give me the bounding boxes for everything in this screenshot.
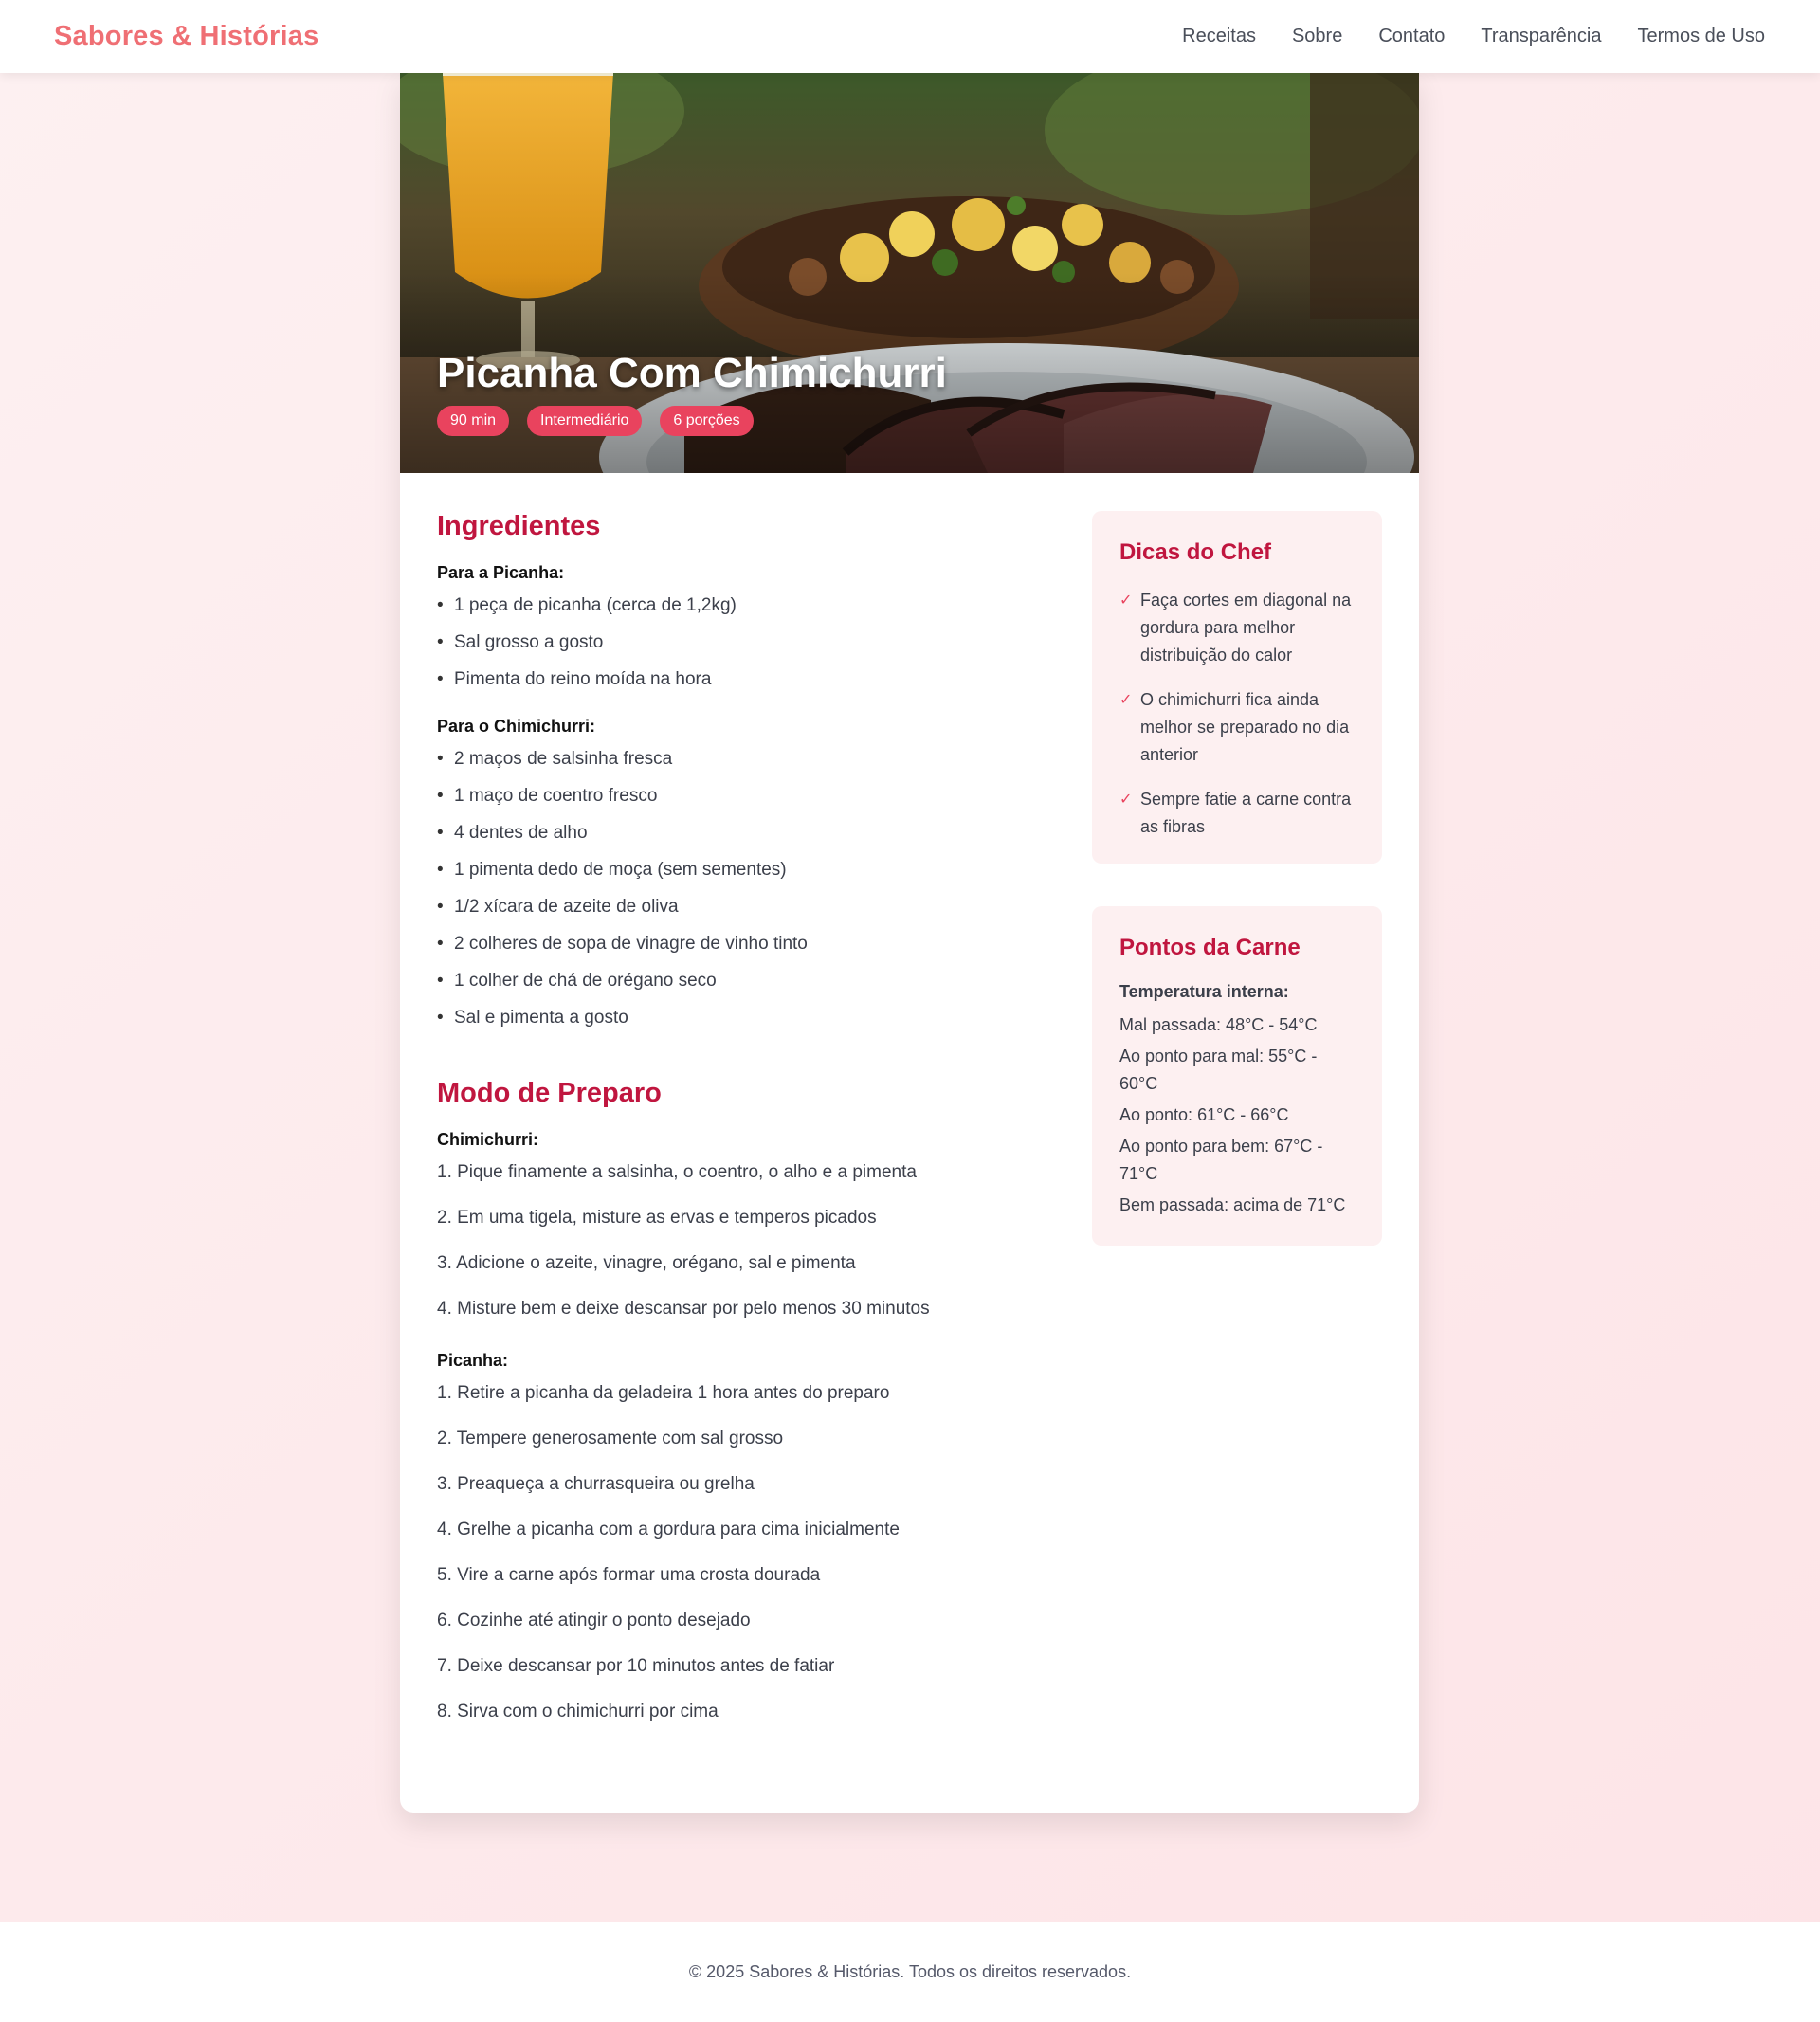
chef-tip: ✓ O chimichurri fica ainda melhor se pre… <box>1119 686 1356 769</box>
doneness-item: Bem passada: acima de 71°C <box>1119 1195 1346 1214</box>
ingredient-item: 1/2 xícara de azeite de oliva <box>437 898 1044 918</box>
doneness-item: Ao ponto: 61°C - 66°C <box>1119 1105 1289 1124</box>
ingredient-list: 2 maços de salsinha fresca 1 maço de coe… <box>437 750 1044 1029</box>
site-header: Sabores & Histórias Receitas Sobre Conta… <box>0 0 1820 73</box>
ingredient-item: Pimenta do reino moída na hora <box>437 670 1044 690</box>
preparation-step: 6. Cozinhe até atingir o ponto desejado <box>437 1611 751 1630</box>
preparation-step: 3. Preaqueça a churrasqueira ou grelha <box>437 1474 755 1494</box>
chef-tips-title: Dicas do Chef <box>1119 539 1272 565</box>
ingredient-group-title: Para o Chimichurri: <box>437 717 596 736</box>
ingredient-item: 4 dentes de alho <box>437 824 1044 844</box>
doneness-item: Ao ponto para bem: 67°C - 71°C <box>1119 1137 1323 1183</box>
difficulty-badge: Intermediário <box>527 406 643 436</box>
time-badge: 90 min <box>437 406 510 436</box>
preparation-steps: 1. Pique finamente a salsinha, o coentro… <box>437 1163 1044 1319</box>
ingredient-item: Sal grosso a gosto <box>437 633 1044 653</box>
preparation-step: 2. Tempere generosamente com sal grosso <box>437 1429 784 1448</box>
doneness-item: Mal passada: 48°C - 54°C <box>1119 1015 1318 1034</box>
ingredient-list: 1 peça de picanha (cerca de 1,2kg) Sal g… <box>437 596 1044 690</box>
checkmark-icon: ✓ <box>1119 692 1133 708</box>
ingredient-item: 2 maços de salsinha fresca <box>437 750 1044 770</box>
site-footer: © 2025 Sabores & Histórias. Todos os dir… <box>0 1922 1820 2022</box>
recipe-main-column: Ingredientes Para a Picanha: 1 peça de p… <box>437 511 1044 1748</box>
preparation-step: 4. Grelhe a picanha com a gordura para c… <box>437 1520 900 1539</box>
brand-logo[interactable]: Sabores & Histórias <box>54 21 318 52</box>
doneness-heading: Temperatura interna: <box>1119 982 1289 1001</box>
nav-link-sobre[interactable]: Sobre <box>1292 26 1342 47</box>
nav-link-termos[interactable]: Termos de Uso <box>1638 26 1766 47</box>
ingredient-item: 1 pimenta dedo de moça (sem sementes) <box>437 861 1044 881</box>
checkmark-icon: ✓ <box>1119 592 1133 609</box>
preparation-group-title: Picanha: <box>437 1351 509 1370</box>
ingredients-title: Ingredientes <box>437 511 601 541</box>
doneness-title: Pontos da Carne <box>1119 935 1301 960</box>
preparation-step: 1. Pique finamente a salsinha, o coentro… <box>437 1162 917 1182</box>
ingredient-item: 2 colheres de sopa de vinagre de vinho t… <box>437 935 1044 955</box>
doneness-item: Ao ponto para mal: 55°C - 60°C <box>1119 1047 1318 1093</box>
preparation-step: 3. Adicione o azeite, vinagre, orégano, … <box>437 1253 856 1273</box>
preparation-title: Modo de Preparo <box>437 1078 662 1108</box>
doneness-list: Mal passada: 48°C - 54°C Ao ponto para m… <box>1119 1011 1356 1219</box>
preparation-step: 8. Sirva com o chimichurri por cima <box>437 1702 719 1721</box>
chef-tip: ✓ Faça cortes em diagonal na gordura par… <box>1119 587 1356 669</box>
ingredient-item: 1 peça de picanha (cerca de 1,2kg) <box>437 596 1044 616</box>
copyright-text: © 2025 Sabores & Histórias. Todos os dir… <box>688 1961 1132 1981</box>
chef-tips-list: ✓ Faça cortes em diagonal na gordura par… <box>1119 587 1356 841</box>
recipe-title: Picanha Com Chimichurri <box>437 350 947 396</box>
ingredient-item: Sal e pimenta a gosto <box>437 1009 1044 1029</box>
recipe-card: Picanha Com Chimichurri 90 min Intermedi… <box>400 73 1419 1813</box>
nav-link-receitas[interactable]: Receitas <box>1182 26 1256 47</box>
servings-badge: 6 porções <box>660 406 754 436</box>
preparation-step: 7. Deixe descansar por 10 minutos antes … <box>437 1656 835 1676</box>
nav-link-contato[interactable]: Contato <box>1378 26 1445 47</box>
chef-tip-text: O chimichurri fica ainda melhor se prepa… <box>1140 690 1350 764</box>
preparation-steps: 1. Retire a picanha da geladeira 1 hora … <box>437 1384 1044 1721</box>
ingredient-item: 1 maço de coentro fresco <box>437 787 1044 807</box>
checkmark-icon: ✓ <box>1119 792 1133 808</box>
ingredient-item: 1 colher de chá de orégano seco <box>437 972 1044 992</box>
preparation-step: 2. Em uma tigela, misture as ervas e tem… <box>437 1208 877 1228</box>
chef-tips-box: Dicas do Chef ✓ Faça cortes em diagonal … <box>1092 511 1382 864</box>
nav-link-transparencia[interactable]: Transparência <box>1481 26 1601 47</box>
preparation-step: 5. Vire a carne após formar uma crosta d… <box>437 1565 821 1585</box>
recipe-badges: 90 min Intermediário 6 porções <box>437 406 754 436</box>
recipe-hero: Picanha Com Chimichurri 90 min Intermedi… <box>400 73 1419 473</box>
preparation-step: 4. Misture bem e deixe descansar por pel… <box>437 1299 930 1319</box>
preparation-step: 1. Retire a picanha da geladeira 1 hora … <box>437 1383 890 1403</box>
ingredient-group-title: Para a Picanha: <box>437 563 565 582</box>
preparation-group-title: Chimichurri: <box>437 1130 539 1149</box>
chef-tip-text: Faça cortes em diagonal na gordura para … <box>1140 591 1352 665</box>
chef-tip-text: Sempre fatie a carne contra as fibras <box>1140 790 1352 836</box>
chef-tip: ✓ Sempre fatie a carne contra as fibras <box>1119 786 1356 841</box>
doneness-box: Pontos da Carne Temperatura interna: Mal… <box>1092 906 1382 1246</box>
main-nav: Receitas Sobre Contato Transparência Ter… <box>1182 26 1765 47</box>
